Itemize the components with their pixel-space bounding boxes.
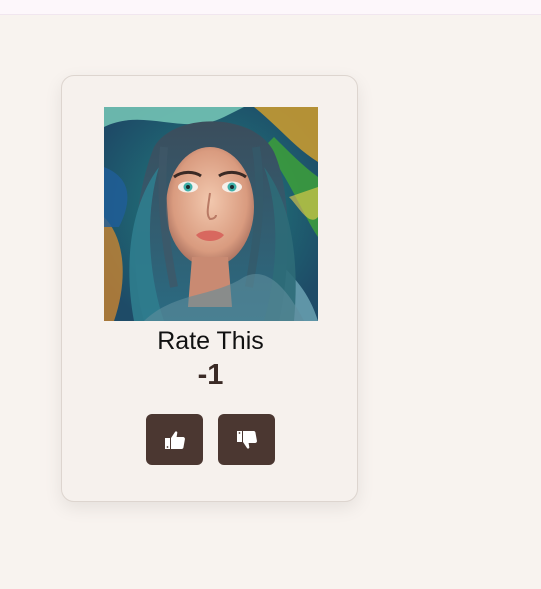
top-strip — [0, 0, 541, 15]
upvote-button[interactable] — [146, 414, 203, 465]
rating-score: -1 — [197, 359, 224, 391]
rating-card: Rate This -1 — [61, 75, 358, 502]
thumbs-down-icon — [235, 428, 259, 452]
thumbs-up-icon — [163, 428, 187, 452]
portrait-image — [104, 107, 318, 321]
card-title: Rate This — [157, 327, 264, 355]
downvote-button[interactable] — [218, 414, 275, 465]
